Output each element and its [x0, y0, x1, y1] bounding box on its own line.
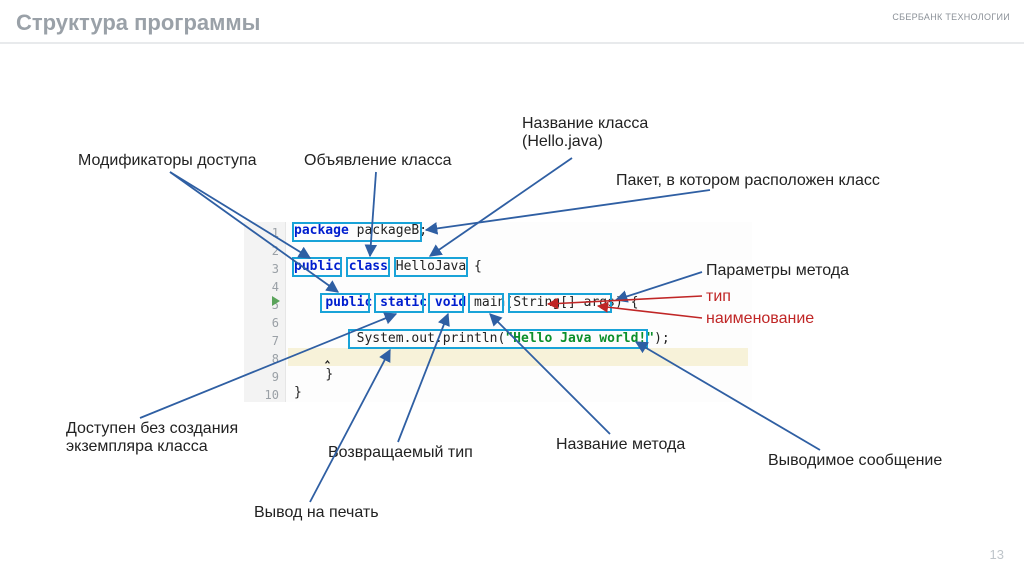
label-class-declaration: Объявление класса	[304, 152, 452, 170]
title-underline	[0, 42, 1024, 44]
brand-logo: СБЕРБАНК ТЕХНОЛОГИИ	[892, 12, 1010, 22]
hl-class-name	[394, 257, 468, 277]
hl-void	[428, 293, 464, 313]
label-class-name: Название класса (Hello.java)	[522, 115, 648, 151]
line-gutter: 1 2 3 4 5 6 7 8 9 10	[244, 222, 286, 402]
label-output-message: Выводимое сообщение	[768, 452, 942, 470]
hl-println	[348, 329, 648, 349]
run-gutter-icon	[272, 296, 280, 306]
label-method-params: Параметры метода	[706, 262, 849, 280]
page-number: 13	[990, 547, 1004, 562]
hl-class-kw	[346, 257, 390, 277]
label-param-type: тип	[706, 288, 731, 306]
label-access-modifiers: Модификаторы доступа	[78, 152, 257, 170]
hl-params	[508, 293, 612, 313]
hl-package	[292, 222, 422, 242]
hl-public-method	[320, 293, 370, 313]
hl-public-class	[292, 257, 342, 277]
code-panel: 1 2 3 4 5 6 7 8 9 10 package packageB; p…	[244, 222, 752, 402]
label-param-name: наименование	[706, 310, 814, 328]
label-package: Пакет, в котором расположен класс	[616, 172, 880, 190]
label-static: Доступен без создания экземпляра класса	[66, 420, 238, 456]
hl-main	[468, 293, 504, 313]
hl-static	[374, 293, 424, 313]
label-method-name: Название метода	[556, 436, 685, 454]
label-print: Вывод на печать	[254, 504, 379, 522]
slide-title: Структура программы	[16, 10, 260, 36]
label-return-type: Возвращаемый тип	[328, 444, 473, 462]
